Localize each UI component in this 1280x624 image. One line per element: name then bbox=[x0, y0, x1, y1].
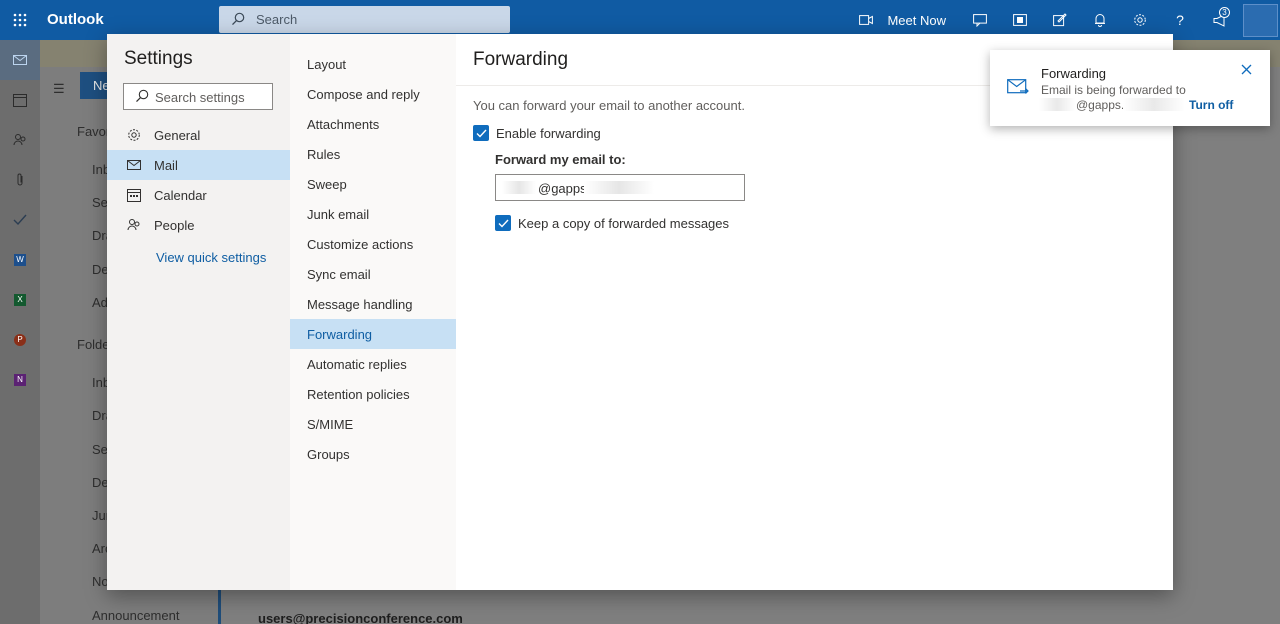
section-layout[interactable]: Layout bbox=[290, 49, 456, 79]
mail-icon bbox=[13, 55, 27, 65]
category-label: Mail bbox=[154, 157, 178, 173]
calendar-icon bbox=[13, 94, 27, 107]
checkmark-icon bbox=[498, 219, 509, 228]
forward-email-value: @gapps. bbox=[538, 181, 591, 196]
section-compose-and-reply[interactable]: Compose and reply bbox=[290, 79, 456, 109]
turn-off-button[interactable]: Turn off bbox=[1189, 98, 1233, 112]
section-groups[interactable]: Groups bbox=[290, 439, 456, 469]
video-icon bbox=[859, 15, 874, 25]
category-label: Calendar bbox=[154, 187, 207, 203]
mail-settings-nav: Layout Compose and reply Attachments Rul… bbox=[290, 34, 456, 590]
rail-onenote[interactable]: N bbox=[0, 360, 40, 400]
bg-folder-14[interactable]: Announcement bbox=[92, 608, 179, 623]
calendar-icon bbox=[127, 189, 141, 202]
redacted-text bbox=[502, 181, 536, 194]
section-smime[interactable]: S/MIME bbox=[290, 409, 456, 439]
view-quick-settings-link[interactable]: View quick settings bbox=[156, 250, 266, 265]
rail-excel[interactable]: X bbox=[0, 280, 40, 320]
keep-copy-label[interactable]: Keep a copy of forwarded messages bbox=[518, 216, 729, 231]
paperclip-icon bbox=[17, 173, 23, 186]
rail-files[interactable] bbox=[0, 160, 40, 200]
search-icon bbox=[231, 12, 245, 29]
toast-message: Email is being forwarded to bbox=[1041, 83, 1186, 97]
forwarding-toast: Forwarding Email is being forwarded to @… bbox=[990, 50, 1270, 126]
people-icon bbox=[127, 219, 140, 231]
feedback-button[interactable]: 3 bbox=[1200, 0, 1240, 40]
settings-search-placeholder: Search settings bbox=[155, 90, 245, 105]
section-forwarding[interactable]: Forwarding bbox=[290, 319, 456, 349]
gear-icon bbox=[1134, 14, 1146, 26]
help-icon: ? bbox=[1176, 12, 1184, 28]
category-people[interactable]: People bbox=[107, 210, 290, 240]
toast-address: @gapps. bbox=[1076, 98, 1125, 112]
redacted-text bbox=[1123, 98, 1185, 111]
people-icon bbox=[13, 134, 26, 146]
section-automatic-replies[interactable]: Automatic replies bbox=[290, 349, 456, 379]
excel-icon: X bbox=[14, 294, 26, 306]
category-mail[interactable]: Mail bbox=[107, 150, 290, 180]
forwarding-description: You can forward your email to another ac… bbox=[473, 98, 745, 113]
onenote-icon: N bbox=[14, 374, 26, 386]
rail-todo[interactable] bbox=[0, 200, 40, 240]
settings-title: Settings bbox=[124, 48, 193, 69]
notification-count-badge: 3 bbox=[1219, 7, 1230, 18]
section-rules[interactable]: Rules bbox=[290, 139, 456, 169]
bell-icon bbox=[1095, 14, 1105, 27]
section-message-handling[interactable]: Message handling bbox=[290, 289, 456, 319]
app-title[interactable]: Outlook bbox=[47, 11, 104, 28]
office-icon bbox=[1013, 14, 1027, 26]
settings-category-nav: Settings Search settings General Mail Ca… bbox=[107, 34, 290, 590]
rail-people[interactable] bbox=[0, 120, 40, 160]
rail-calendar[interactable] bbox=[0, 80, 40, 120]
app-launcher-icon[interactable] bbox=[0, 0, 40, 40]
redacted-text bbox=[1039, 98, 1075, 111]
section-junk-email[interactable]: Junk email bbox=[290, 199, 456, 229]
rail-mail[interactable] bbox=[0, 40, 40, 80]
close-icon[interactable] bbox=[1241, 63, 1252, 78]
page-title: Forwarding bbox=[473, 49, 569, 70]
mail-forward-icon bbox=[1007, 79, 1029, 98]
gear-icon bbox=[128, 129, 140, 141]
new-message-button[interactable]: Ne bbox=[80, 72, 110, 99]
redacted-text bbox=[584, 181, 654, 194]
check-icon bbox=[13, 214, 27, 226]
section-attachments[interactable]: Attachments bbox=[290, 109, 456, 139]
bg-folder-0[interactable]: Favor bbox=[77, 124, 110, 139]
rail-word[interactable]: W bbox=[0, 240, 40, 280]
avatar[interactable] bbox=[1243, 3, 1278, 37]
search-icon bbox=[135, 89, 149, 106]
toast-title: Forwarding bbox=[1041, 66, 1107, 81]
chat-icon bbox=[973, 13, 987, 27]
settings-search-input[interactable]: Search settings bbox=[123, 83, 273, 110]
category-general[interactable]: General bbox=[107, 120, 290, 150]
keep-copy-checkbox[interactable] bbox=[495, 215, 511, 231]
bg-folder-6[interactable]: Folde bbox=[77, 337, 110, 352]
search-placeholder: Search bbox=[256, 12, 298, 27]
section-sweep[interactable]: Sweep bbox=[290, 169, 456, 199]
section-retention-policies[interactable]: Retention policies bbox=[290, 379, 456, 409]
hamburger-icon[interactable]: ☰ bbox=[53, 81, 65, 97]
category-label: People bbox=[154, 217, 195, 233]
rail-powerpoint[interactable]: P bbox=[0, 320, 40, 360]
forward-email-input[interactable]: @gapps. bbox=[495, 174, 745, 201]
section-sync-email[interactable]: Sync email bbox=[290, 259, 456, 289]
meet-now-button[interactable]: Meet Now bbox=[859, 13, 946, 28]
search-box[interactable]: Search bbox=[219, 6, 510, 33]
section-customize-actions[interactable]: Customize actions bbox=[290, 229, 456, 259]
checkmark-icon bbox=[476, 129, 487, 138]
powerpoint-icon: P bbox=[14, 334, 26, 346]
enable-forwarding-checkbox[interactable] bbox=[473, 125, 489, 141]
app-rail: W X P N bbox=[0, 40, 40, 624]
meet-now-label: Meet Now bbox=[887, 12, 946, 28]
message-sender[interactable]: users@precisionconference.com bbox=[258, 611, 463, 624]
enable-forwarding-label[interactable]: Enable forwarding bbox=[496, 126, 601, 141]
category-calendar[interactable]: Calendar bbox=[107, 180, 290, 210]
forward-to-label: Forward my email to: bbox=[495, 152, 626, 167]
category-label: General bbox=[154, 127, 201, 143]
selected-message-indicator bbox=[218, 590, 221, 624]
pen-icon bbox=[1053, 13, 1067, 27]
mail-icon bbox=[127, 160, 141, 170]
word-icon: W bbox=[14, 254, 26, 266]
